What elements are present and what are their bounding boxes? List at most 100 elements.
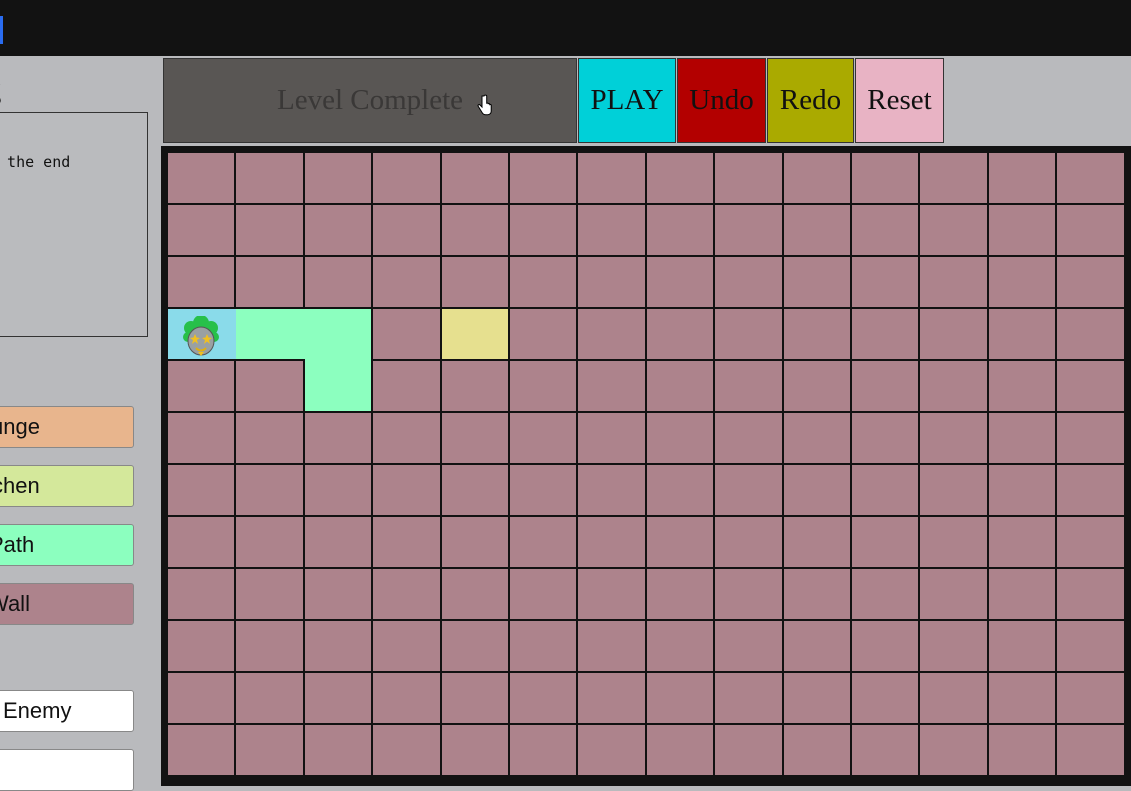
board-cell-wall[interactable] <box>373 309 440 359</box>
board-cell-wall[interactable] <box>852 569 919 619</box>
board-cell-wall[interactable] <box>510 465 577 515</box>
board-cell-wall[interactable] <box>783 569 850 619</box>
board-cell-wall[interactable] <box>373 257 440 307</box>
board-cell-wall[interactable] <box>920 257 987 307</box>
board-cell-wall[interactable] <box>510 205 577 255</box>
board-cell-wall[interactable] <box>236 153 303 203</box>
reset-button[interactable]: Reset <box>855 58 944 143</box>
board-cell-wall[interactable] <box>646 517 714 567</box>
board-cell-wall[interactable] <box>168 361 235 411</box>
board-cell-wall[interactable] <box>852 309 919 359</box>
board-cell-wall[interactable] <box>783 621 850 671</box>
board-cell-wall[interactable] <box>852 153 919 203</box>
board-cell-wall[interactable] <box>510 153 577 203</box>
board-cell-wall[interactable] <box>236 569 303 619</box>
board-cell-wall[interactable] <box>988 621 1056 671</box>
board-cell-wall[interactable] <box>441 361 508 411</box>
board-cell-wall[interactable] <box>236 673 303 723</box>
board-cell-wall[interactable] <box>168 621 235 671</box>
board-cell-wall[interactable] <box>510 673 577 723</box>
board-cell-wall[interactable] <box>920 569 987 619</box>
board-cell-wall[interactable] <box>168 673 235 723</box>
board-cell-wall[interactable] <box>441 569 508 619</box>
tile-button-path[interactable]: Path <box>0 524 134 566</box>
board-cell-wall[interactable] <box>373 569 440 619</box>
tile-button-kitchen[interactable]: chen <box>0 465 134 507</box>
unit-button-next[interactable] <box>0 749 134 791</box>
play-button[interactable]: PLAY <box>578 58 676 143</box>
board-cell-wall[interactable] <box>783 413 850 463</box>
board-cell-wall[interactable] <box>510 361 577 411</box>
board-cell-wall[interactable] <box>988 309 1056 359</box>
board-cell-wall[interactable] <box>373 205 440 255</box>
board-cell-wall[interactable] <box>715 361 782 411</box>
board-cell-wall[interactable] <box>441 413 508 463</box>
board-cell-wall[interactable] <box>236 465 303 515</box>
board-cell-wall[interactable] <box>646 413 714 463</box>
board-cell-wall[interactable] <box>783 465 850 515</box>
board-cell-wall[interactable] <box>373 621 440 671</box>
board-cell-wall[interactable] <box>1057 465 1124 515</box>
board-cell-wall[interactable] <box>168 725 235 775</box>
board-cell-wall[interactable] <box>304 205 372 255</box>
board-cell-wall[interactable] <box>783 673 850 723</box>
board-cell-wall[interactable] <box>920 413 987 463</box>
board-cell-wall[interactable] <box>578 309 645 359</box>
board-cell-wall[interactable] <box>578 569 645 619</box>
board-cell-wall[interactable] <box>168 257 235 307</box>
board-cell-wall[interactable] <box>646 153 714 203</box>
board-cell-wall[interactable] <box>373 153 440 203</box>
board-cell-wall[interactable] <box>304 465 372 515</box>
board-cell-wall[interactable] <box>578 725 645 775</box>
board-cell-wall[interactable] <box>715 517 782 567</box>
board-cell-wall[interactable] <box>1057 309 1124 359</box>
board-cell-wall[interactable] <box>441 725 508 775</box>
board-cell-wall[interactable] <box>783 517 850 567</box>
board-cell-wall[interactable] <box>236 361 303 411</box>
board-cell-wall[interactable] <box>441 673 508 723</box>
board-cell-wall[interactable] <box>783 309 850 359</box>
board-cell-wall[interactable] <box>441 621 508 671</box>
board-cell-wall[interactable] <box>715 465 782 515</box>
board-cell-wall[interactable] <box>852 621 919 671</box>
board-cell-wall[interactable] <box>1057 725 1124 775</box>
board-cell-wall[interactable] <box>1057 205 1124 255</box>
board-cell-wall[interactable] <box>715 413 782 463</box>
board-cell-wall[interactable] <box>715 569 782 619</box>
tile-button-lounge[interactable]: unge <box>0 406 134 448</box>
board-cell-wall[interactable] <box>441 257 508 307</box>
board-cell-wall[interactable] <box>373 465 440 515</box>
board-cell-path[interactable] <box>304 309 372 361</box>
board-cell-wall[interactable] <box>646 465 714 515</box>
board-cell-wall[interactable] <box>236 725 303 775</box>
board-cell-wall[interactable] <box>168 517 235 567</box>
board-cell-wall[interactable] <box>304 673 372 723</box>
board-cell-wall[interactable] <box>852 205 919 255</box>
board-cell-wall[interactable] <box>920 465 987 515</box>
board-cell-wall[interactable] <box>852 361 919 411</box>
board-cell-wall[interactable] <box>646 361 714 411</box>
board-cell-wall[interactable] <box>783 725 850 775</box>
board-cell-wall[interactable] <box>646 725 714 775</box>
board-cell-wall[interactable] <box>715 673 782 723</box>
board-cell-wall[interactable] <box>304 569 372 619</box>
board-cell-wall[interactable] <box>715 153 782 203</box>
board-cell-wall[interactable] <box>1057 257 1124 307</box>
board-cell-wall[interactable] <box>920 361 987 411</box>
board-cell-wall[interactable] <box>646 569 714 619</box>
board-cell-wall[interactable] <box>646 309 714 359</box>
board-cell-wall[interactable] <box>715 257 782 307</box>
board-cell-wall[interactable] <box>920 205 987 255</box>
level-status-button[interactable]: Level Complete <box>163 58 577 143</box>
board-cell-wall[interactable] <box>510 569 577 619</box>
game-board[interactable] <box>161 146 1131 786</box>
board-cell-wall[interactable] <box>783 361 850 411</box>
board-cell-wall[interactable] <box>168 153 235 203</box>
board-cell-wall[interactable] <box>236 517 303 567</box>
board-cell-wall[interactable] <box>852 673 919 723</box>
board-cell-wall[interactable] <box>578 413 645 463</box>
board-cell-wall[interactable] <box>578 361 645 411</box>
board-cell-wall[interactable] <box>304 153 372 203</box>
board-cell-wall[interactable] <box>578 621 645 671</box>
board-cell-wall[interactable] <box>646 205 714 255</box>
